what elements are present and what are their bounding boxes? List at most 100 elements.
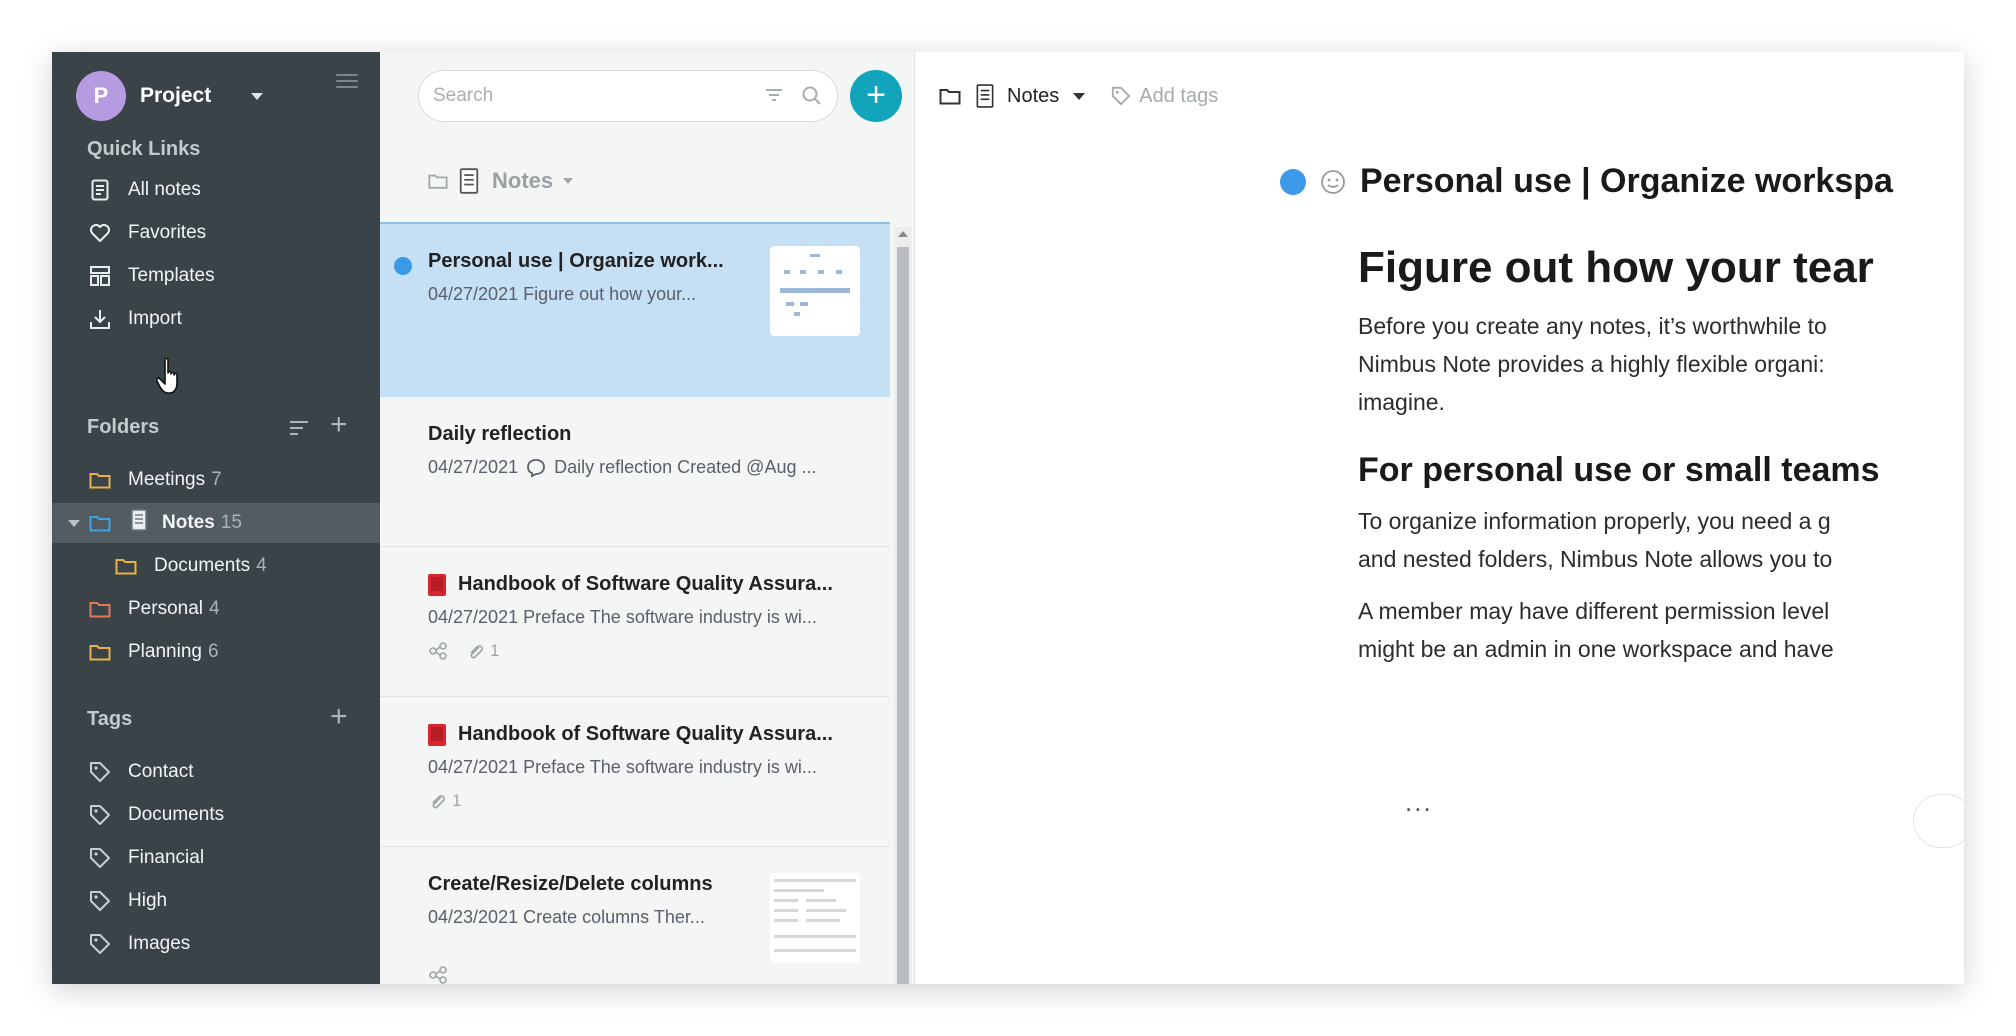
search-box[interactable] xyxy=(418,70,838,122)
sidebar-item-label: Favorites xyxy=(128,222,207,243)
workspace-name: Project xyxy=(140,84,212,107)
note-item[interactable]: Personal use | Organize work... 04/27/20… xyxy=(380,222,890,397)
folder-icon xyxy=(88,640,112,664)
tag-icon xyxy=(88,760,112,784)
paragraph-1[interactable]: Before you create any notes, it’s worthw… xyxy=(1358,307,1964,421)
status-dot xyxy=(394,257,412,275)
note-document[interactable]: Personal use | Organize workspa Figure o… xyxy=(1280,162,1964,668)
filter-icon[interactable] xyxy=(764,85,784,111)
folder-item-documents[interactable]: Documents 4 xyxy=(52,546,380,586)
hand-cursor-icon xyxy=(155,357,186,402)
note-preview: 04/27/2021 Preface The software industry… xyxy=(428,607,817,627)
tag-icon xyxy=(88,803,112,827)
text-line: might be an admin in one workspace and h… xyxy=(1358,636,1834,662)
text-line: A member may have different permission l… xyxy=(1358,598,1830,624)
heading-2[interactable]: For personal use or small teams xyxy=(1358,451,1964,490)
note-editor: Notes Add tags Personal use | Organize w… xyxy=(915,52,1964,984)
folder-count: 4 xyxy=(256,555,267,576)
tag-icon xyxy=(1111,86,1131,106)
folder-count: 4 xyxy=(209,598,220,619)
sidebar-item-favorites[interactable]: Favorites xyxy=(52,213,380,253)
sidebar-item-label: Import xyxy=(128,308,182,329)
folder-label: Documents xyxy=(154,555,251,576)
tag-item-images[interactable]: Images xyxy=(52,924,380,964)
note-item[interactable]: Handbook of Software Quality Assura... 0… xyxy=(380,697,890,847)
note-preview: 04/23/2021 Create columns Ther... xyxy=(428,907,705,927)
attachment-icon xyxy=(466,641,484,661)
folders-title: Folders xyxy=(87,416,160,438)
folder-label: Meetings xyxy=(128,469,206,490)
tag-label: Contact xyxy=(128,761,194,782)
note-title[interactable]: Personal use | Organize workspa xyxy=(1360,162,1893,201)
sidebar: P Project Quick Links All notes Favorite… xyxy=(52,52,380,984)
folder-count: 15 xyxy=(220,512,242,533)
more-options-icon[interactable]: ... xyxy=(1405,787,1433,818)
list-title: Notes xyxy=(492,168,554,193)
breadcrumb-folder[interactable]: Notes xyxy=(1007,85,1059,108)
list-breadcrumb[interactable]: Notes xyxy=(428,168,574,194)
floating-action-button[interactable] xyxy=(1913,794,1964,848)
tag-icon xyxy=(88,932,112,956)
note-item[interactable]: Create/Resize/Delete columns 04/23/2021 … xyxy=(380,847,890,984)
tags-title: Tags xyxy=(87,708,133,730)
folder-item-planning[interactable]: Planning 6 xyxy=(52,632,380,672)
scroll-up-icon[interactable] xyxy=(898,231,908,237)
tag-icon xyxy=(88,889,112,913)
add-tag-icon[interactable]: + xyxy=(330,702,348,732)
status-dot xyxy=(1280,168,1306,195)
heading-1[interactable]: Figure out how your tear xyxy=(1358,243,1964,293)
sidebar-item-import[interactable]: Import xyxy=(52,299,380,339)
red-book-icon xyxy=(428,723,446,746)
chevron-down-icon xyxy=(563,178,574,184)
note-list-scrollbar[interactable] xyxy=(894,227,912,984)
note-thumbnail xyxy=(770,873,860,963)
scrollbar-thumb[interactable] xyxy=(897,247,909,984)
note-title: Personal use | Organize work... xyxy=(428,250,724,272)
chevron-down-icon[interactable] xyxy=(1073,92,1086,100)
template-icon xyxy=(88,264,112,288)
folder-item-personal[interactable]: Personal 4 xyxy=(52,589,380,629)
search-icon[interactable] xyxy=(801,85,823,113)
sidebar-item-templates[interactable]: Templates xyxy=(52,256,380,296)
note-title: Handbook of Software Quality Assura... xyxy=(458,573,833,595)
folder-item-notes[interactable]: Notes 15 xyxy=(52,503,380,543)
tag-icon xyxy=(88,846,112,870)
paragraph-3[interactable]: A member may have different permission l… xyxy=(1358,592,1964,668)
tag-item-high[interactable]: High xyxy=(52,881,380,921)
folder-icon xyxy=(88,511,112,535)
tag-item-contact[interactable]: Contact xyxy=(52,752,380,792)
note-title: Create/Resize/Delete columns xyxy=(428,873,713,895)
add-folder-icon[interactable]: + xyxy=(330,410,348,440)
add-tags-button[interactable]: Add tags xyxy=(1111,85,1218,108)
sidebar-item-all-notes[interactable]: All notes xyxy=(52,170,380,210)
attachment-count: 1 xyxy=(452,791,462,810)
note-item[interactable]: Daily reflection 04/27/2021 Daily reflect… xyxy=(380,397,890,547)
notebook-icon xyxy=(458,168,480,194)
folder-icon xyxy=(114,554,138,578)
attachment-icon xyxy=(428,791,446,811)
folder-icon[interactable] xyxy=(939,87,961,105)
comment-icon xyxy=(526,458,546,478)
sidebar-item-label: All notes xyxy=(128,179,201,200)
tag-item-financial[interactable]: Financial xyxy=(52,838,380,878)
note-date: 04/27/2021 xyxy=(428,457,519,477)
expand-caret-icon[interactable] xyxy=(68,519,80,527)
folder-icon xyxy=(88,468,112,492)
sort-icon[interactable] xyxy=(288,414,310,444)
note-item[interactable]: Handbook of Software Quality Assura... 0… xyxy=(380,547,890,697)
share-icon xyxy=(428,965,448,984)
collapse-sidebar-icon[interactable] xyxy=(336,70,358,92)
emoji-icon[interactable] xyxy=(1320,169,1346,195)
tag-label: Financial xyxy=(128,847,205,868)
search-input[interactable] xyxy=(433,85,733,107)
tag-item-documents[interactable]: Documents xyxy=(52,795,380,835)
add-note-button[interactable]: + xyxy=(850,70,902,122)
notebook-icon xyxy=(975,84,995,108)
note-preview: 04/27/2021 Figure out how your... xyxy=(428,284,697,304)
quick-links-title: Quick Links xyxy=(87,138,201,160)
folder-item-meetings[interactable]: Meetings 7 xyxy=(52,460,380,500)
paragraph-2[interactable]: To organize information properly, you ne… xyxy=(1358,502,1964,578)
workspace-switcher[interactable]: P Project xyxy=(76,70,366,122)
note-preview: Daily reflection Created @Aug ... xyxy=(554,457,817,477)
note-title: Daily reflection xyxy=(428,423,572,445)
